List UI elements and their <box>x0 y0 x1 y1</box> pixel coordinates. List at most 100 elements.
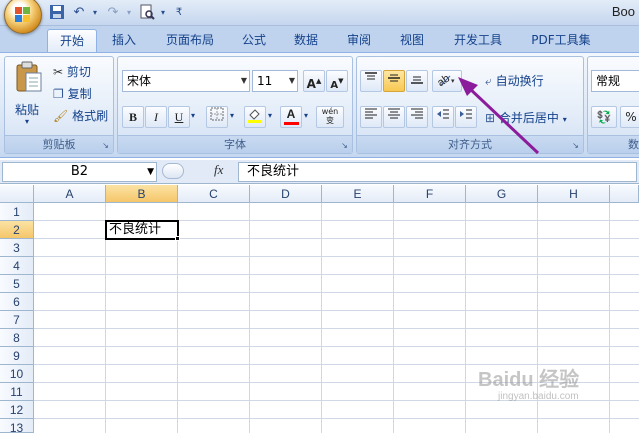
spreadsheet-grid: A B C D E F G H 1 2 3 4 5 6 7 8 9 10 11 … <box>0 185 639 435</box>
column-header-a[interactable]: A <box>34 185 106 203</box>
shrink-font-button[interactable]: A▼ <box>326 70 348 92</box>
font-color-icon: A <box>286 107 296 121</box>
row-header-1[interactable]: 1 <box>0 203 34 221</box>
active-cell-b2[interactable]: 不良统计 <box>105 220 179 240</box>
tab-insert[interactable]: 插入 <box>100 29 148 52</box>
number-format-value: 常规 <box>596 74 621 88</box>
row-header-6[interactable]: 6 <box>0 293 34 311</box>
customize-qa-icon[interactable]: ₹ <box>170 4 188 22</box>
formula-expand-icon[interactable] <box>162 163 184 179</box>
annotation-arrow-icon <box>458 77 540 155</box>
clipboard-group-title: 剪贴板 <box>42 138 76 151</box>
formula-input[interactable]: 不良统计 <box>238 162 637 182</box>
row-header-3[interactable]: 3 <box>0 239 34 257</box>
grow-font-button[interactable]: A▲ <box>303 70 325 92</box>
font-size-value: 11 <box>257 74 273 88</box>
font-name-value: 宋体 <box>127 74 152 88</box>
tab-page-layout[interactable]: 页面布局 <box>153 29 227 52</box>
number-group-title: 数 <box>628 138 639 151</box>
align-top-button[interactable] <box>360 70 382 92</box>
select-all-corner[interactable] <box>0 185 34 203</box>
row-header-9[interactable]: 9 <box>0 347 34 365</box>
format-painter-label: 格式刷 <box>72 109 109 123</box>
column-header-g[interactable]: G <box>466 185 538 203</box>
row-header-12[interactable]: 12 <box>0 401 34 419</box>
tab-review[interactable]: 审阅 <box>337 29 381 52</box>
column-header-e[interactable]: E <box>322 185 394 203</box>
fill-handle[interactable] <box>175 236 180 241</box>
italic-button[interactable]: I <box>145 106 167 128</box>
row-header-13[interactable]: 13 <box>0 419 34 435</box>
name-box[interactable]: B2 ▼ <box>2 162 157 182</box>
copy-icon: ❐ <box>53 87 64 101</box>
window-title: Boo <box>611 4 635 19</box>
underline-button[interactable]: U <box>168 106 190 128</box>
tab-view[interactable]: 视图 <box>390 29 434 52</box>
font-group-label: 字体 ↘ <box>118 135 352 153</box>
gridline <box>34 292 639 293</box>
font-color-dropdown-icon[interactable]: ▾ <box>304 111 308 120</box>
copy-button[interactable]: ❐ 复制 <box>53 85 92 102</box>
paste-dropdown-icon: ▾ <box>25 117 30 126</box>
cut-button[interactable]: ✂ 剪切 <box>53 63 91 80</box>
chevron-down-icon: ▼ <box>288 76 295 85</box>
clipboard-launcher-icon[interactable]: ↘ <box>101 141 110 150</box>
redo-dropdown-icon[interactable]: ▾ <box>120 4 138 22</box>
tab-formulas[interactable]: 公式 <box>232 29 276 52</box>
borders-icon <box>210 107 224 121</box>
align-bottom-icon <box>411 76 423 84</box>
align-right-button[interactable] <box>406 106 428 128</box>
font-name-combo[interactable]: 宋体 ▼ <box>122 70 250 92</box>
fill-color-dropdown-icon[interactable]: ▾ <box>268 111 272 120</box>
alignment-launcher-icon[interactable]: ↘ <box>571 141 580 150</box>
row-header-8[interactable]: 8 <box>0 329 34 347</box>
insert-function-button[interactable]: fx <box>214 162 223 178</box>
align-bottom-button[interactable] <box>406 70 428 92</box>
column-header-i[interactable] <box>610 185 639 203</box>
bold-button[interactable]: B <box>122 106 144 128</box>
column-header-h[interactable]: H <box>538 185 610 203</box>
paste-label: 粘贴 <box>15 103 40 117</box>
gridline <box>34 274 639 275</box>
underline-dropdown-icon[interactable]: ▾ <box>191 111 195 120</box>
font-group-title: 字体 <box>224 138 246 151</box>
align-top-icon <box>365 72 377 80</box>
align-center-button[interactable] <box>383 106 405 128</box>
accounting-format-button[interactable]: 💱 <box>591 106 617 128</box>
paste-button[interactable]: 粘贴 ▾ <box>11 61 47 126</box>
row-header-11[interactable]: 11 <box>0 383 34 401</box>
font-size-combo[interactable]: 11 ▼ <box>252 70 298 92</box>
chevron-down-icon: ▼ <box>240 76 247 85</box>
tab-data[interactable]: 数据 <box>284 29 328 52</box>
row-header-5[interactable]: 5 <box>0 275 34 293</box>
fill-color-button[interactable] <box>244 106 266 128</box>
row-header-7[interactable]: 7 <box>0 311 34 329</box>
tab-developer[interactable]: 开发工具 <box>443 29 513 52</box>
tab-pdf-tools[interactable]: PDF工具集 <box>522 29 600 52</box>
align-middle-button[interactable] <box>383 70 405 92</box>
column-header-c[interactable]: C <box>178 185 250 203</box>
chevron-down-icon[interactable]: ▼ <box>147 163 154 181</box>
format-painter-button[interactable]: 🖌 格式刷 <box>53 107 108 124</box>
row-header-4[interactable]: 4 <box>0 257 34 275</box>
borders-button[interactable] <box>206 106 228 128</box>
column-header-d[interactable]: D <box>250 185 322 203</box>
gridline <box>34 418 639 419</box>
save-icon[interactable] <box>48 4 66 22</box>
align-left-button[interactable] <box>360 106 382 128</box>
undo-dropdown-icon[interactable]: ▾ <box>86 4 104 22</box>
tab-home[interactable]: 开始 <box>47 29 97 52</box>
number-format-combo[interactable]: 常规 <box>591 70 639 92</box>
decrease-indent-icon <box>437 109 449 119</box>
row-header-2[interactable]: 2 <box>0 221 34 239</box>
row-header-10[interactable]: 10 <box>0 365 34 383</box>
font-color-button[interactable]: A <box>280 106 302 128</box>
formula-tools: fx <box>160 162 236 182</box>
percent-button[interactable]: % <box>620 106 639 128</box>
phonetic-guide-button[interactable]: wén 变 <box>316 106 344 128</box>
column-header-b[interactable]: B <box>106 185 178 203</box>
borders-dropdown-icon[interactable]: ▾ <box>230 111 234 120</box>
scissors-icon: ✂ <box>53 65 64 79</box>
font-launcher-icon[interactable]: ↘ <box>340 141 349 150</box>
column-header-f[interactable]: F <box>394 185 466 203</box>
